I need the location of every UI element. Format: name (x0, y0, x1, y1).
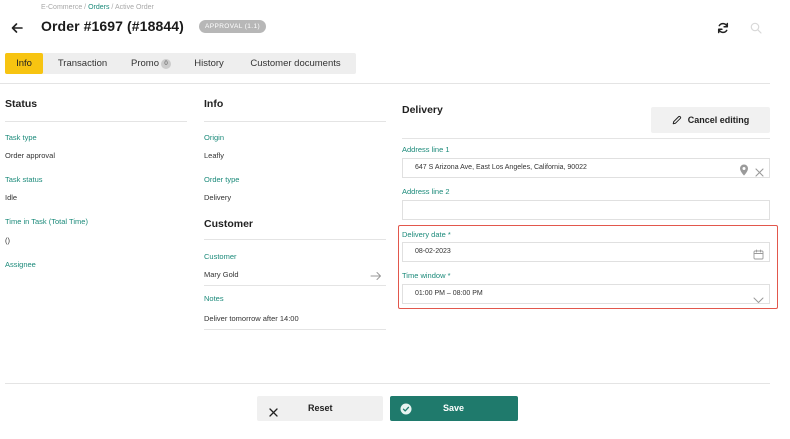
promo-count-badge: 0 (160, 59, 171, 69)
task-status-value: Idle (5, 193, 18, 202)
task-type-label: Task type (5, 133, 37, 142)
divider (204, 329, 386, 330)
breadcrumb-root[interactable]: E-Commerce (41, 4, 82, 11)
divider (402, 138, 770, 139)
address2-field[interactable] (402, 200, 770, 220)
customer-value: Mary Gold (204, 270, 239, 279)
divider (204, 121, 386, 122)
assignee-label: Assignee (5, 260, 36, 269)
divider (5, 121, 187, 122)
save-label: Save (443, 403, 465, 413)
customer-heading: Customer (204, 218, 254, 230)
reset-label: Reset (308, 403, 333, 413)
search-icon (750, 22, 762, 34)
map-pin-icon[interactable] (739, 163, 749, 181)
order-type-value: Delivery (204, 193, 232, 202)
chevron-down-icon (753, 291, 764, 309)
arrow-left-icon (11, 23, 23, 33)
divider (204, 239, 386, 240)
check-circle-icon (400, 402, 412, 420)
task-status-label: Task status (5, 175, 43, 184)
reset-button[interactable]: Reset (257, 396, 383, 421)
order-type-label: Order type (204, 175, 240, 184)
back-button[interactable] (8, 19, 26, 37)
delivery-date-field[interactable]: 08-02-2023 (402, 242, 770, 262)
tab-customer-documents[interactable]: Customer documents (238, 53, 353, 74)
time-in-task-label: Time in Task (Total Time) (5, 217, 88, 226)
info-heading: Info (204, 98, 224, 110)
time-in-task-value: () (5, 236, 10, 245)
tab-transaction[interactable]: Transaction (45, 53, 120, 74)
origin-label: Origin (204, 133, 225, 142)
delivery-date-label: Delivery date * (402, 230, 451, 239)
breadcrumb: E-Commerce / Orders / Active Order (41, 4, 154, 11)
save-button[interactable]: Save (390, 396, 518, 421)
time-window-label: Time window * (402, 271, 451, 280)
arrow-right-icon (370, 272, 381, 280)
status-heading: Status (5, 98, 38, 110)
notes-label: Notes (204, 294, 224, 303)
refresh-icon (717, 22, 729, 34)
pencil-icon (672, 115, 681, 125)
customer-label: Customer (204, 252, 237, 261)
notes-value: Deliver tomorrow after 14:00 (204, 314, 299, 323)
task-type-value: Order approval (5, 151, 56, 160)
tab-label: History (194, 58, 224, 69)
close-icon[interactable] (755, 164, 764, 182)
breadcrumb-orders[interactable]: Orders (88, 4, 109, 11)
address2-label: Address line 2 (402, 187, 450, 196)
close-icon (269, 404, 278, 422)
page-title: Order #1697 (#18844) (41, 18, 184, 34)
cancel-editing-button[interactable]: Cancel editing (651, 107, 770, 133)
address1-label: Address line 1 (402, 145, 450, 154)
divider (204, 285, 386, 286)
search-button[interactable] (745, 17, 767, 39)
cancel-editing-label: Cancel editing (687, 115, 750, 125)
tab-label: Info (16, 58, 32, 69)
footer-divider (5, 383, 770, 384)
refresh-button[interactable] (712, 17, 734, 39)
tab-divider (0, 83, 770, 84)
time-window-select[interactable]: 01:00 PM – 08:00 PM (402, 284, 770, 304)
delivery-heading: Delivery (402, 104, 443, 116)
open-customer-button[interactable] (370, 268, 384, 280)
time-window-value: 01:00 PM – 08:00 PM (415, 290, 483, 297)
tab-info[interactable]: Info (5, 53, 43, 74)
tab-history[interactable]: History (183, 53, 235, 74)
delivery-date-value: 08-02-2023 (415, 248, 451, 255)
address1-value: 647 S Arizona Ave, East Los Angeles, Cal… (415, 164, 587, 171)
tab-promo[interactable]: Promo 0 (122, 53, 180, 74)
status-badge: APPROVAL (1.1) (199, 20, 267, 33)
tab-bar: Info Transaction Promo 0 History Customer… (5, 53, 356, 74)
origin-value: Leafly (204, 151, 225, 160)
tab-label: Transaction (57, 58, 108, 69)
address1-field[interactable]: 647 S Arizona Ave, East Los Angeles, Cal… (402, 158, 770, 178)
breadcrumb-current: Active Order (114, 4, 154, 11)
calendar-icon[interactable] (753, 247, 764, 265)
tab-label: Customer documents (250, 58, 341, 69)
tab-label: Promo (131, 58, 159, 69)
